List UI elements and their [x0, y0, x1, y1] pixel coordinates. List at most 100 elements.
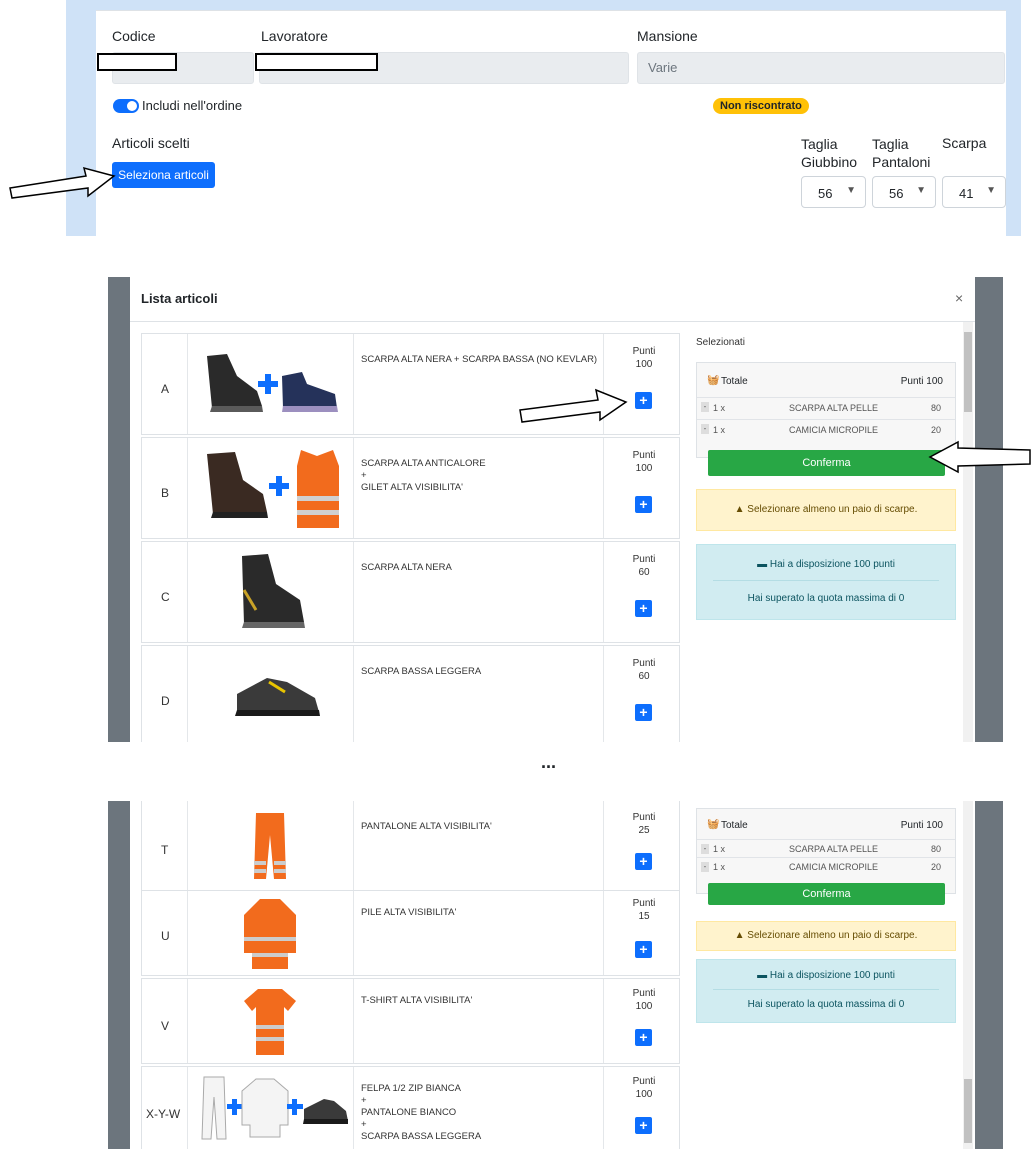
cell-divider [353, 646, 354, 742]
points-word: Punti [632, 450, 656, 461]
size-pants-label-line2: Pantaloni [872, 154, 931, 170]
chevron-down-icon: ▼ [916, 185, 926, 196]
white-workwear-set-image-icon [201, 1076, 348, 1140]
warning-alert: ▲ Selezionare almeno un paio di scarpe. [696, 921, 956, 951]
credit-card-icon: ▬ [757, 559, 768, 570]
cell-divider [603, 542, 604, 642]
worker-redaction [255, 53, 378, 71]
add-article-button[interactable]: + [635, 392, 652, 409]
points-word: Punti [632, 346, 656, 357]
cell-divider [353, 979, 354, 1063]
points-value: 15 [638, 911, 650, 922]
modal-overlay-right [975, 277, 1003, 742]
points-info-alert: ▬ Hai a disposizione 100 punti Hai super… [696, 959, 956, 1023]
cell-divider [603, 438, 604, 538]
worker-label: Lavoratore [261, 28, 328, 44]
article-letter: C [161, 590, 170, 604]
remove-item-button[interactable]: - [701, 402, 709, 412]
points-value: 25 [638, 825, 650, 836]
remove-item-button[interactable]: - [701, 862, 709, 872]
article-description: T-SHIRT ALTA VISIBILITA' [361, 995, 472, 1007]
include-toggle[interactable] [113, 99, 139, 113]
warning-icon: ▲ [734, 930, 745, 941]
size-pants-label-line1: Taglia [872, 136, 909, 152]
add-article-button[interactable]: + [635, 1117, 652, 1134]
cell-divider [603, 646, 604, 742]
selected-summary: 🧺 Totale Punti 100 - 1 x SCARPA ALTA PEL… [696, 362, 956, 458]
remove-item-button[interactable]: - [701, 424, 709, 434]
points-value: 100 [635, 1001, 653, 1012]
modal-scrollbar[interactable] [963, 801, 973, 1149]
hi-vis-tshirt-image-icon [244, 989, 296, 1055]
pants-size-select[interactable]: 56 ▼ [872, 176, 936, 208]
confirm-button[interactable]: Conferma [708, 450, 945, 476]
article-description: SCARPA BASSA LEGGERA [361, 666, 481, 678]
basket-icon: 🧺 [707, 819, 720, 830]
cell-divider [353, 438, 354, 538]
points-word: Punti [632, 554, 656, 565]
cell-divider [603, 979, 604, 1063]
remove-item-button[interactable]: - [701, 844, 709, 854]
cell-divider [353, 891, 354, 975]
item-points: 80 [930, 403, 941, 413]
article-card: V T-SHIRT ALTA VISIBILITA' Punti 100 + [141, 978, 680, 1064]
cell-divider [187, 438, 188, 538]
chevron-down-icon: ▼ [986, 185, 996, 196]
article-description-line: SCARPA ALTA NERA + SCARPA BASSA (NO KEVL… [361, 354, 598, 365]
role-field: Varie [637, 52, 1005, 84]
scrollbar-thumb[interactable] [964, 1079, 972, 1143]
add-article-button[interactable]: + [635, 941, 652, 958]
article-description: SCARPA ALTA ANTICALORE + GILET ALTA VISI… [361, 458, 486, 494]
points-value: 100 [635, 1089, 653, 1100]
article-description: PANTALONE ALTA VISIBILITA' [361, 821, 492, 833]
confirm-button[interactable]: Conferma [708, 883, 945, 905]
article-points: Punti 60 [609, 657, 679, 683]
article-letter: V [161, 1019, 170, 1033]
add-article-button[interactable]: + [635, 1029, 652, 1046]
add-article-button[interactable]: + [635, 600, 652, 617]
modal-title: Lista articoli [141, 291, 218, 306]
item-points: 80 [930, 844, 941, 854]
available-points-text: Hai a disposizione 100 punti [769, 970, 895, 981]
scrollbar-thumb[interactable] [964, 332, 972, 412]
article-description-line: SCARPA BASSA LEGGERA [361, 666, 482, 677]
info-divider [713, 989, 939, 990]
add-article-button[interactable]: + [635, 853, 652, 870]
selected-item-row: - 1 x SCARPA ALTA PELLE 80 [697, 397, 955, 417]
add-article-button[interactable]: + [635, 496, 652, 513]
cell-divider [603, 891, 604, 975]
modal-scrollbar[interactable] [963, 322, 973, 742]
article-letter: X-Y-W [146, 1107, 181, 1121]
size-jacket-label: Taglia Giubbino [801, 135, 857, 171]
modal-header-divider [130, 321, 975, 322]
code-redaction [97, 53, 177, 71]
article-points: Punti 100 [609, 449, 679, 475]
article-card: X-Y-W FELPA 1/2 ZIP BIANCA + PANTALONE B… [141, 1066, 680, 1149]
article-description-line: SCARPA ALTA ANTICALORE [361, 458, 486, 469]
points-word: Punti [632, 898, 656, 909]
article-letter: A [161, 382, 170, 396]
item-name: CAMICIA MICROPILE [789, 862, 879, 872]
article-points: Punti 25 [609, 811, 679, 837]
article-letter: U [161, 929, 170, 943]
article-card: B SCARPA ALTA ANTICALORE + GILET ALTA VI… [141, 437, 680, 539]
warning-alert: ▲ Selezionare almeno un paio di scarpe. [696, 489, 956, 531]
warning-text: Selezionare almeno un paio di scarpe. [747, 504, 918, 515]
select-articles-button[interactable]: Seleziona articoli [112, 162, 215, 188]
article-description: FELPA 1/2 ZIP BIANCA + PANTALONE BIANCO … [361, 1083, 481, 1143]
total-label: Totale [721, 376, 748, 387]
close-icon[interactable]: × [955, 290, 963, 306]
annotation-arrow-icon [518, 388, 630, 424]
cell-divider [187, 891, 188, 975]
selected-item-row: - 1 x CAMICIA MICROPILE 20 [697, 419, 955, 439]
warning-text: Selezionare almeno un paio di scarpe. [747, 930, 918, 941]
cell-divider [187, 334, 188, 434]
article-description-line: + [361, 1119, 367, 1130]
add-article-button[interactable]: + [635, 704, 652, 721]
shoe-size-select[interactable]: 41 ▼ [942, 176, 1006, 208]
selected-item-row: - 1 x SCARPA ALTA PELLE 80 [697, 839, 955, 857]
code-label: Codice [112, 28, 156, 44]
jacket-size-select[interactable]: 56 ▼ [801, 176, 866, 208]
chosen-articles-label: Articoli scelti [112, 135, 190, 151]
article-description-line: + [361, 470, 367, 481]
